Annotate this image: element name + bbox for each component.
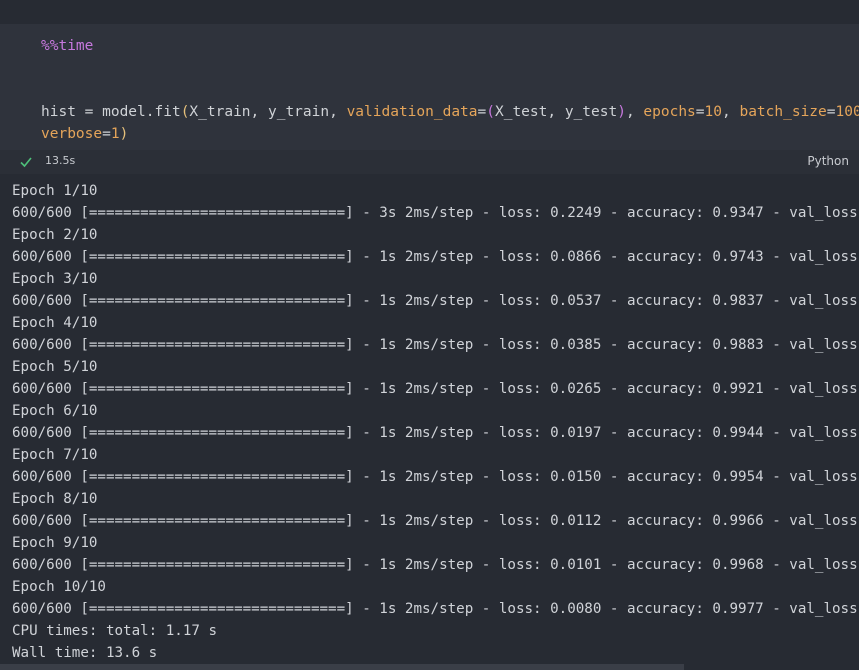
code-number: 1 <box>110 126 120 142</box>
code-number: 10 <box>704 104 722 120</box>
output-line: 600/600 [==============================]… <box>12 469 859 485</box>
output-line: Epoch 2/10 <box>12 227 98 243</box>
code-token: = <box>695 104 705 120</box>
output-line: 600/600 [==============================]… <box>12 513 859 529</box>
output-line: 600/600 [==============================]… <box>12 601 859 617</box>
code-token: = <box>477 104 487 120</box>
output-line: Epoch 9/10 <box>12 535 98 551</box>
code-token: ) <box>617 104 626 120</box>
code-token: = <box>102 126 111 142</box>
check-icon <box>20 154 32 168</box>
code-cell-editor[interactable]: %%time hist = model.fit ( X_train, y_train… <box>0 24 859 150</box>
magic-command: %%time <box>41 38 94 54</box>
kernel-language-label[interactable]: Python <box>807 154 849 168</box>
code-line-fit-call: hist = model.fit ( X_train, y_train, valid… <box>41 102 859 122</box>
code-token: = <box>826 104 836 120</box>
output-line: Epoch 5/10 <box>12 359 98 375</box>
output-line: 600/600 [==============================]… <box>12 425 859 441</box>
code-param: verbose <box>41 126 103 142</box>
output-line: Epoch 3/10 <box>12 271 98 287</box>
code-line-verbose: verbose=1) <box>41 124 128 144</box>
code-token: ( <box>486 104 495 120</box>
output-line: Epoch 6/10 <box>12 403 98 419</box>
output-line: 600/600 [==============================]… <box>12 249 859 265</box>
code-token: hist = model.fit <box>41 104 181 120</box>
code-token: ) <box>119 126 129 142</box>
output-line: Epoch 10/10 <box>12 579 106 595</box>
output-line: Wall time: 13.6 s <box>12 645 158 660</box>
code-param: epochs <box>643 104 696 120</box>
horizontal-scrollbar[interactable] <box>0 664 684 670</box>
output-line: Epoch 7/10 <box>12 447 98 463</box>
code-token: X_train, y_train, <box>189 104 347 120</box>
output-line: Epoch 8/10 <box>12 491 98 507</box>
output-line: 600/600 [==============================]… <box>12 293 859 309</box>
code-param: batch_size <box>739 104 827 120</box>
output-line: 600/600 [==============================]… <box>12 205 859 221</box>
top-strip <box>0 0 859 24</box>
cell-status-bar: 13.5s Python <box>0 150 859 174</box>
code-token: , <box>722 104 740 120</box>
cell-output: Epoch 1/10 600/600 [====================… <box>0 180 859 660</box>
code-line-magic: %%time <box>41 36 93 56</box>
output-line: Epoch 4/10 <box>12 315 98 331</box>
code-token: X_test, y_test <box>494 104 618 120</box>
code-number: 100 <box>835 104 859 120</box>
output-line: 600/600 [==============================]… <box>12 337 859 353</box>
output-line: Epoch 1/10 <box>12 183 98 199</box>
output-line: 600/600 [==============================]… <box>12 557 859 573</box>
output-line: CPU times: total: 1.17 s <box>12 623 217 639</box>
code-param: validation_data <box>346 104 478 120</box>
code-token: , <box>625 104 644 120</box>
output-line: 600/600 [==============================]… <box>12 381 859 397</box>
execution-time: 13.5s <box>45 154 76 167</box>
